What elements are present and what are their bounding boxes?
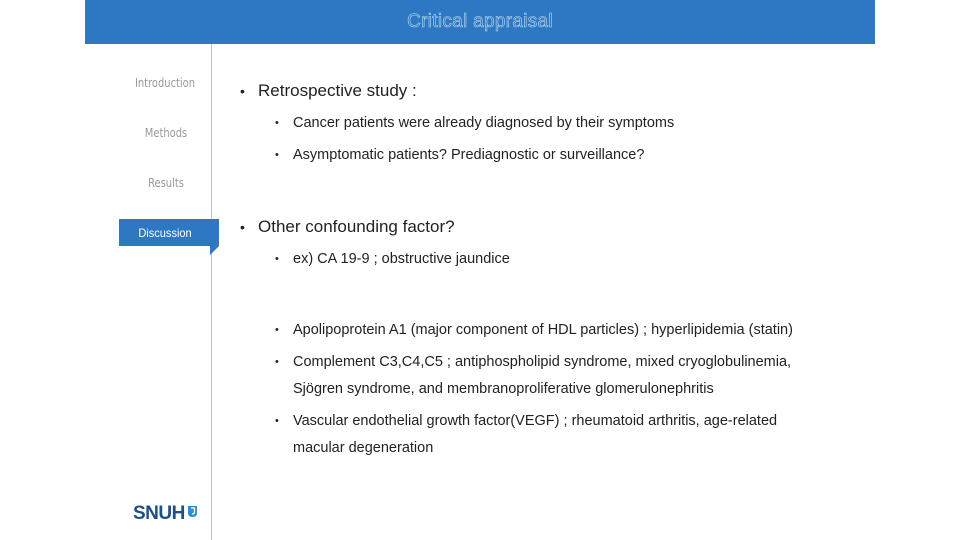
list-item: • Asymptomatic patients? Prediagnostic or… (275, 142, 645, 169)
bullet-icon: • (240, 83, 245, 99)
list-item-text: Asymptomatic patients? Prediagnostic or … (293, 147, 645, 163)
snuh-logo: SNUH (133, 503, 198, 525)
page-title: Critical appraisal (407, 11, 553, 33)
bullet-icon: • (240, 219, 245, 235)
sidebar-item-introduction[interactable]: Introduction (119, 76, 211, 90)
slide: Critical appraisal Introduction Methods … (0, 0, 960, 540)
list-item-text: ex) CA 19-9 ; obstructive jaundice (293, 251, 510, 267)
sidebar-item-label: Discussion (138, 225, 192, 240)
list-item-text: Cancer patients were already diagnosed b… (293, 115, 675, 131)
list-item-text: Vascular endothelial growth factor(VEGF)… (293, 413, 778, 429)
list-item: • Cancer patients were already diagnosed … (275, 110, 675, 137)
section-heading: • Other confounding factor? (240, 217, 455, 237)
bullet-icon: • (275, 324, 279, 336)
section-heading-text: Retrospective study : (258, 81, 417, 100)
bullet-icon: • (275, 356, 279, 368)
section-heading: • Retrospective study : (240, 81, 417, 101)
sidebar-item-discussion[interactable]: Discussion (119, 219, 219, 255)
bullet-icon: • (275, 253, 279, 265)
sidebar-item-methods[interactable]: Methods (120, 126, 212, 140)
bullet-icon: • (275, 117, 279, 129)
sidebar-divider (211, 44, 212, 540)
header-bar: Critical appraisal (85, 0, 875, 44)
logo-text: SNUH (133, 503, 185, 524)
snuh-mark-icon (187, 505, 197, 517)
list-item-text: Complement C3,C4,C5 ; antiphospholipid s… (293, 354, 792, 370)
active-tab-pointer (210, 246, 219, 255)
section-heading-text: Other confounding factor? (258, 217, 455, 236)
list-item-text: Apolipoprotein A1 (major component of HD… (293, 322, 793, 338)
list-item: • ex) CA 19-9 ; obstructive jaundice (275, 246, 510, 273)
list-item-text-continued: Sjögren syndrome, and membranoproliferat… (293, 381, 714, 397)
sidebar-item-results[interactable]: Results (120, 176, 212, 190)
list-item: • Complement C3,C4,C5 ; antiphospholipid … (275, 349, 792, 403)
bullet-icon: • (275, 149, 279, 161)
list-item: • Apolipoprotein A1 (major component of H… (275, 317, 793, 344)
list-item: • Vascular endothelial growth factor(VEGF… (275, 408, 778, 462)
list-item-text-continued: macular degeneration (293, 440, 434, 456)
bullet-icon: • (275, 415, 279, 427)
